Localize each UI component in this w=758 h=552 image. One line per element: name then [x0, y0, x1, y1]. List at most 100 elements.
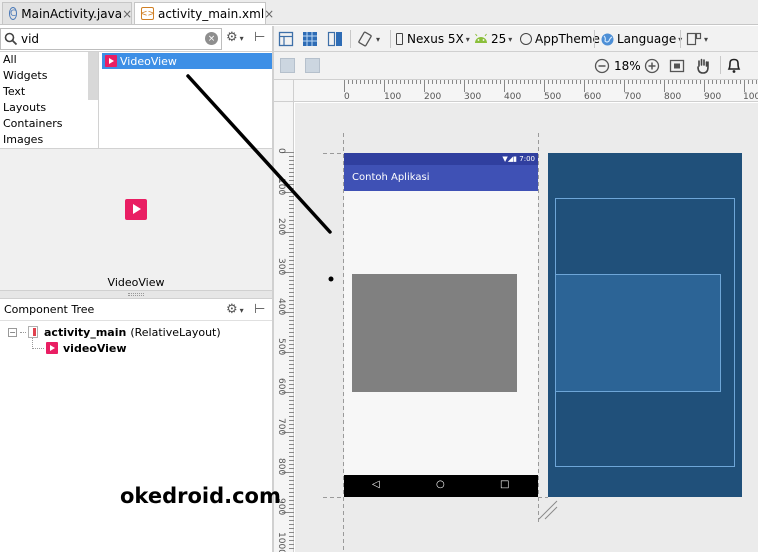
category-containers[interactable]: Containers	[0, 116, 98, 132]
category-all[interactable]: All	[0, 52, 98, 68]
class-icon: C	[9, 7, 18, 20]
ruler-label: 400	[276, 298, 286, 316]
theme-label: AppTheme	[535, 32, 600, 46]
theme-selector[interactable]: AppTheme	[520, 29, 600, 49]
category-widgets[interactable]: Widgets	[0, 68, 98, 84]
palette-search-input[interactable]	[21, 31, 201, 47]
categories-scrollbar[interactable]	[88, 52, 98, 100]
collapse-icon[interactable]: −	[8, 327, 17, 337]
ruler-label: 800	[664, 92, 682, 102]
tree-connector	[32, 338, 44, 349]
close-tab-icon[interactable]: ×	[264, 7, 274, 21]
tree-node-name: videoView	[63, 341, 127, 355]
tab-label: activity_main.xml	[158, 6, 265, 21]
category-text[interactable]: Text	[0, 84, 98, 100]
gear-icon[interactable]: ⚙ ▾	[226, 302, 244, 317]
video-view-widget[interactable]	[352, 274, 517, 392]
clear-search-icon[interactable]: ×	[205, 32, 218, 45]
component-tree-title: Component Tree	[4, 303, 95, 316]
wifi-signal-icon: ▼◢▮	[502, 155, 518, 163]
palette-item-videoview[interactable]: VideoView	[102, 53, 272, 69]
ruler-ticks	[344, 80, 757, 92]
ruler-label: 500	[276, 338, 286, 356]
phone-status-bar: ▼◢▮ 7:00	[344, 153, 538, 165]
nav-recent-icon: □	[500, 479, 510, 490]
phone-icon	[396, 33, 403, 45]
tab-activity-main-xml[interactable]: <> activity_main.xml ×	[134, 2, 274, 24]
ruler-label: 800	[276, 458, 286, 476]
globe-icon	[601, 33, 614, 45]
hide-panel-icon[interactable]: ⊢	[254, 30, 265, 45]
ruler-label: 100	[384, 92, 402, 102]
component-tree-header: Component Tree ⚙ ▾ ⊢	[0, 299, 272, 321]
zoom-level: 18%	[614, 59, 641, 73]
ruler-horizontal: 0 100 200 300 400 500 600 700 800 900 10…	[294, 80, 758, 102]
xml-layout-icon: <>	[139, 7, 156, 20]
device-label: Nexus 5X	[407, 32, 464, 46]
tab-label: MainActivity.java	[21, 6, 123, 21]
video-view-icon	[125, 199, 147, 220]
ruler-label: 900	[704, 92, 722, 102]
palette-categories: All Widgets Text Layouts Containers Imag…	[0, 52, 99, 148]
tree-node-videoview[interactable]: videoView	[46, 340, 127, 356]
zoom-in-icon[interactable]	[644, 58, 660, 74]
editor-tab-bar: C MainActivity.java × <> activity_main.x…	[0, 0, 758, 25]
ruler-label: 500	[544, 92, 562, 102]
search-icon	[4, 32, 18, 46]
blueprint-view-icon[interactable]	[302, 31, 318, 47]
tree-node-name: activity_main	[44, 325, 127, 339]
language-selector[interactable]: Language ▾	[600, 29, 682, 49]
ruler-label: 300	[464, 92, 482, 102]
palette-search-box: ×	[0, 28, 222, 50]
layout-variants-icon	[686, 32, 702, 46]
layout-variants-button[interactable]: ▾	[686, 29, 708, 49]
app-title: Contoh Aplikasi	[352, 172, 430, 183]
video-view-icon	[46, 342, 58, 354]
relative-layout-icon	[28, 326, 38, 338]
close-tab-icon[interactable]: ×	[122, 7, 132, 21]
component-tree: − activity_main (RelativeLayout) videoVi…	[0, 322, 272, 552]
panel-splitter[interactable]	[0, 290, 272, 299]
watermark-text: okedroid.com	[120, 484, 281, 508]
nav-back-icon: ◁	[372, 479, 380, 490]
drag-path-annotation	[186, 74, 334, 282]
design-and-blueprint-icon[interactable]	[327, 31, 343, 47]
phone-design-preview[interactable]: ▼◢▮ 7:00 Contoh Aplikasi ◁ ○ □	[344, 153, 538, 497]
nav-home-icon: ○	[436, 479, 445, 490]
api-level-selector[interactable]: 25 ▾	[473, 29, 512, 49]
category-images[interactable]: Images	[0, 132, 98, 148]
api-level-label: 25	[491, 32, 507, 46]
status-time: 7:00	[519, 155, 535, 163]
app-bar: Contoh Aplikasi	[344, 165, 538, 191]
language-label: Language	[617, 32, 677, 46]
category-layouts[interactable]: Layouts	[0, 100, 98, 116]
ruler-label: 200	[424, 92, 442, 102]
theme-icon	[520, 33, 532, 45]
video-view-icon	[105, 55, 117, 67]
ruler-label: 700	[276, 418, 286, 436]
ruler-label: 600	[276, 378, 286, 396]
palette-item-label: VideoView	[120, 54, 177, 68]
design-view-icon[interactable]	[278, 31, 294, 47]
notifications-bell-icon[interactable]	[726, 57, 742, 74]
ruler-label: 600	[584, 92, 602, 102]
zoom-to-fit-icon[interactable]	[669, 58, 685, 74]
orientation-button[interactable]: ▾	[356, 29, 380, 49]
device-selector[interactable]: Nexus 5X ▾	[396, 29, 470, 49]
ruler-label: 1000	[276, 532, 286, 552]
hide-panel-icon[interactable]: ⊢	[254, 302, 265, 317]
tab-main-activity-java[interactable]: C MainActivity.java ×	[2, 2, 132, 24]
palette-search-row: × ⚙▾ ⊢	[0, 26, 272, 52]
design-toolbar: ▾ Nexus 5X ▾ 25 ▾ AppTheme Language ▾ ▾	[274, 26, 758, 52]
gear-icon[interactable]: ⚙ ▾	[226, 30, 244, 45]
zoom-out-icon[interactable]	[594, 58, 610, 74]
ruler-label: 0	[344, 92, 350, 102]
tree-node-type: (RelativeLayout)	[130, 325, 221, 339]
ruler-label: 700	[624, 92, 642, 102]
blueprint-preview[interactable]	[548, 153, 742, 497]
pan-hand-icon[interactable]	[695, 57, 711, 75]
ruler-label: 1000	[743, 92, 758, 102]
blueprint-videoview[interactable]	[555, 274, 721, 392]
phone-navigation-bar: ◁ ○ □	[344, 475, 538, 497]
rotate-icon	[358, 31, 372, 47]
